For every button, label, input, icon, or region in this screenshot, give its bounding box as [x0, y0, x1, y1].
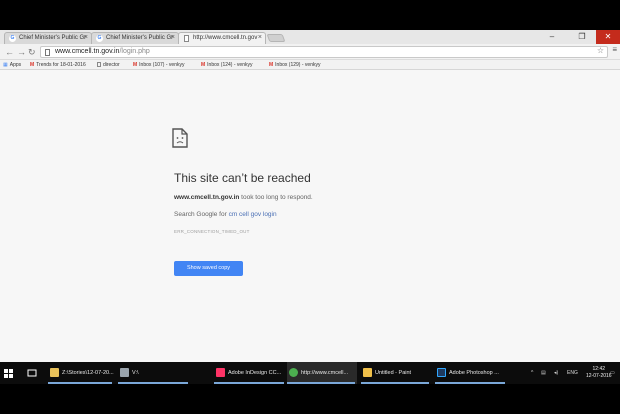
bookmark-label: Apps [9, 62, 22, 68]
taskbar-item-drive[interactable]: V:\ [118, 362, 190, 384]
bookmark-label: director [103, 62, 120, 68]
taskbar-item-label: Z:\Stories\12-07-20... [62, 370, 114, 376]
bookmark-apps[interactable]: ▦ Apps [3, 62, 21, 68]
bookmark-label: Trends for 18-01-2016 [36, 62, 86, 68]
task-view-icon [27, 369, 37, 377]
browser-toolbar: ← → ↻ www.cmcell.tn.gov.in/login.php ☆ ≡ [0, 44, 620, 60]
forward-arrow-icon[interactable]: → [17, 46, 26, 58]
notifications-icon[interactable]: ▭ [610, 362, 615, 384]
bookmark-inbox-107[interactable]: M Inbox (107) - venkyy [133, 62, 184, 68]
photoshop-icon [437, 368, 446, 377]
bookmark-star-icon[interactable]: ☆ [597, 46, 604, 55]
error-host: www.cmcell.tn.gov.in [174, 194, 240, 201]
google-icon: G [9, 35, 16, 42]
language-indicator[interactable]: ENG [567, 362, 578, 384]
close-tab-icon[interactable]: × [258, 34, 262, 41]
bookmark-inbox-124[interactable]: M Inbox (124) - venkyy [201, 62, 252, 68]
chrome-icon [289, 368, 298, 377]
gmail-icon: M [133, 62, 138, 68]
search-google-link[interactable]: cm cell gov login [229, 211, 277, 218]
clock-time: 12:42 [592, 366, 606, 372]
tab-1-label: Chief Minister's Public Gr [19, 35, 87, 41]
tab-2[interactable]: G Chief Minister's Public Gr × [91, 32, 179, 44]
taskbar-item-label: V:\ [132, 370, 139, 376]
gmail-icon: M [201, 62, 206, 68]
gmail-icon: M [269, 62, 274, 68]
tab-3-label: http://www.cmcell.tn.gov [193, 35, 258, 41]
back-arrow-icon[interactable]: ← [5, 46, 14, 58]
drive-icon [120, 368, 129, 377]
clock[interactable]: 12:42 12-07-2016 [586, 366, 612, 380]
new-tab-button[interactable] [266, 34, 286, 42]
taskbar-item-label: Adobe InDesign CC... [228, 370, 282, 376]
sad-page-icon [172, 128, 188, 148]
page-icon [184, 35, 189, 42]
taskbar-item-label: http://www.cmcell... [301, 370, 349, 376]
bookmark-director[interactable]: director [97, 62, 120, 68]
error-title: This site can’t be reached [174, 171, 311, 185]
taskbar-item-explorer[interactable]: Z:\Stories\12-07-20... [48, 362, 114, 384]
search-prefix: Search Google for [174, 211, 229, 218]
error-code: ERR_CONNECTION_TIMED_OUT [174, 229, 250, 234]
reload-icon[interactable]: ↻ [28, 46, 36, 58]
paint-icon [363, 368, 372, 377]
start-button[interactable] [4, 362, 16, 384]
maximize-icon[interactable]: ❐ [571, 30, 593, 44]
close-tab-icon[interactable]: × [84, 34, 88, 41]
taskbar-item-paint[interactable]: Untitled - Paint [361, 362, 431, 384]
gmail-icon: M [30, 62, 35, 68]
task-view-button[interactable] [27, 362, 39, 384]
tab-2-label: Chief Minister's Public Gr [106, 35, 174, 41]
close-tab-icon[interactable]: × [171, 34, 175, 41]
clock-date: 12-07-2016 [586, 373, 612, 379]
network-icon[interactable]: ▤ [541, 362, 546, 384]
search-suggestion: Search Google for cm cell gov login [174, 211, 277, 218]
url-domain: www.cmcell.tn.gov.in [55, 48, 120, 55]
google-icon: G [96, 35, 103, 42]
error-message: www.cmcell.tn.gov.in took too long to re… [174, 194, 313, 201]
show-saved-copy-button[interactable]: Show saved copy [174, 261, 243, 276]
taskbar-item-label: Untitled - Paint [375, 370, 412, 376]
url-path: /login.php [119, 48, 150, 55]
tab-1[interactable]: G Chief Minister's Public Gr × [4, 32, 92, 44]
bookmarks-bar: ▦ Apps M Trends for 18-01-2016 director MI… [0, 60, 620, 70]
show-hidden-icons-icon[interactable]: ^ [531, 362, 533, 384]
volume-icon[interactable]: ◂) [554, 362, 558, 384]
address-bar[interactable]: www.cmcell.tn.gov.in/login.php ☆ [40, 46, 608, 58]
bookmark-label: Inbox (107) - venkyy [139, 62, 185, 68]
page-info-icon[interactable] [45, 49, 50, 56]
page-icon [97, 62, 101, 67]
folder-icon [50, 368, 59, 377]
bookmark-label: Inbox (124) - venkyy [207, 62, 253, 68]
error-message-text: took too long to respond. [239, 194, 313, 201]
taskbar-item-photoshop[interactable]: Adobe Photoshop ... [435, 362, 507, 384]
bookmark-label: Inbox (129) - venkyy [275, 62, 321, 68]
taskbar: Z:\Stories\12-07-20... V:\ Adobe InDesig… [0, 362, 620, 384]
bookmark-inbox-129[interactable]: M Inbox (129) - venkyy [269, 62, 320, 68]
browser-window: G Chief Minister's Public Gr × G Chief M… [0, 30, 620, 384]
minimize-icon[interactable]: – [541, 30, 563, 44]
taskbar-item-label: Adobe Photoshop ... [449, 370, 499, 376]
indesign-icon [216, 368, 225, 377]
bookmark-trends[interactable]: M Trends for 18-01-2016 [30, 62, 86, 68]
error-page: This site can’t be reached www.cmcell.tn… [0, 71, 620, 384]
taskbar-item-indesign[interactable]: Adobe InDesign CC... [214, 362, 286, 384]
menu-icon[interactable]: ≡ [612, 45, 617, 54]
tab-3-active[interactable]: http://www.cmcell.tn.gov × [178, 32, 266, 44]
apps-icon: ▦ [3, 62, 8, 68]
windows-icon [4, 369, 13, 378]
tab-strip: G Chief Minister's Public Gr × G Chief M… [0, 30, 620, 44]
close-window-icon[interactable]: ✕ [596, 30, 620, 44]
taskbar-item-chrome[interactable]: http://www.cmcell... [287, 362, 357, 384]
